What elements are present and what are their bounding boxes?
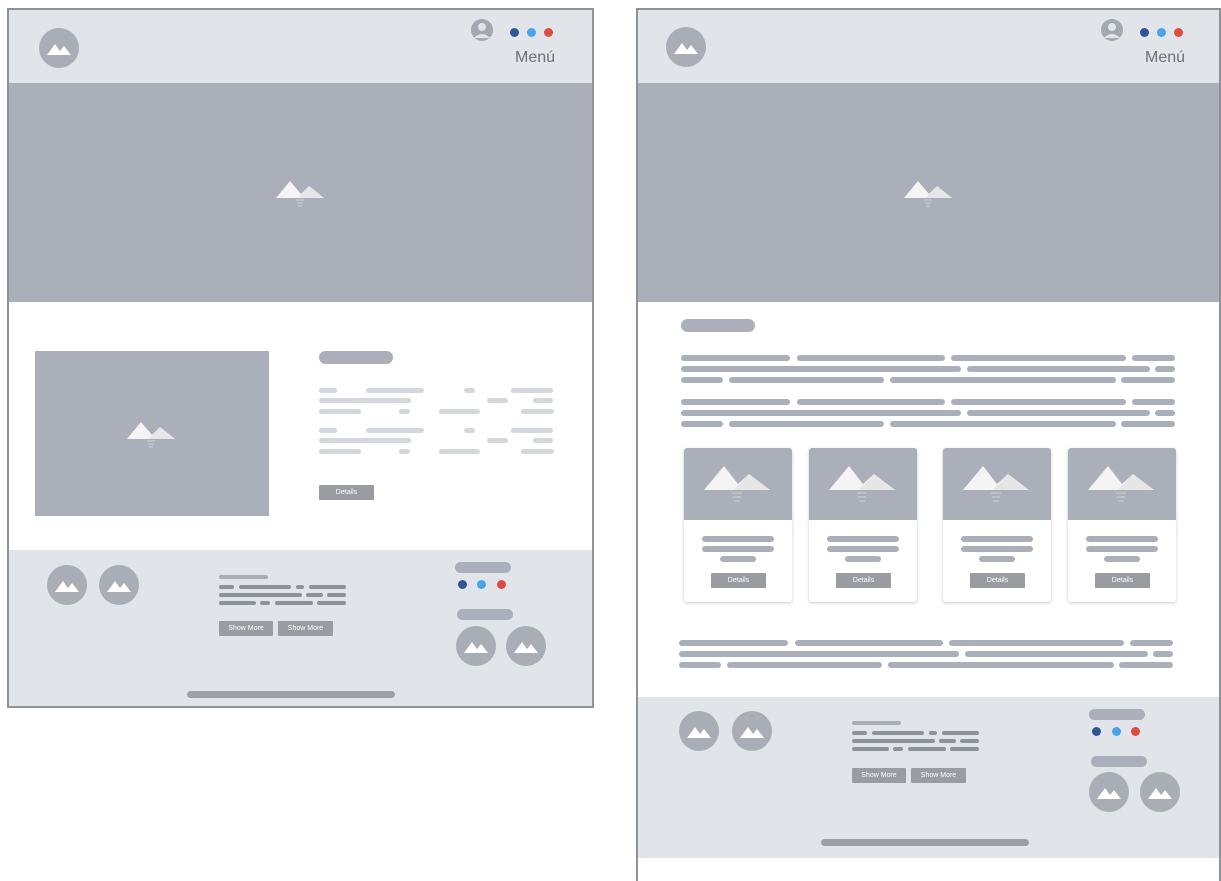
image-icon <box>687 727 711 738</box>
details-button[interactable]: Details <box>970 573 1025 588</box>
social-link[interactable] <box>679 711 719 751</box>
hero-banner <box>638 83 1219 302</box>
heading-placeholder <box>319 351 393 364</box>
card-image <box>943 448 1051 520</box>
product-card[interactable]: Details <box>1068 448 1176 602</box>
details-button[interactable]: Details <box>711 573 766 588</box>
image-icon <box>55 581 79 592</box>
menu-link[interactable]: Menú <box>1145 49 1185 67</box>
label-placeholder <box>1089 709 1145 720</box>
label-placeholder <box>455 562 511 573</box>
image-icon <box>1088 466 1154 502</box>
show-more-button[interactable]: Show More <box>852 768 906 783</box>
logo[interactable] <box>666 27 706 67</box>
color-dot[interactable] <box>1112 727 1121 736</box>
social-link[interactable] <box>456 626 496 666</box>
image-icon <box>829 466 895 502</box>
image-icon <box>514 642 538 653</box>
image-icon <box>275 180 324 206</box>
product-card[interactable]: Details <box>809 448 917 602</box>
desktop-wireframe: Menú Details Show More Show More <box>7 8 594 708</box>
site-header: Menú <box>9 10 592 83</box>
site-footer: Show More Show More <box>638 697 1219 858</box>
feature-image <box>35 351 269 516</box>
color-dot[interactable] <box>1174 28 1183 37</box>
image-icon <box>107 581 131 592</box>
social-link[interactable] <box>1089 772 1129 812</box>
details-button[interactable]: Details <box>319 485 374 500</box>
logo[interactable] <box>39 28 79 68</box>
social-link[interactable] <box>47 565 87 605</box>
tablet-wireframe: Menú Details Details Details Details Sho… <box>636 8 1221 881</box>
social-link[interactable] <box>99 565 139 605</box>
image-icon <box>674 43 698 54</box>
site-header: Menú <box>638 10 1219 83</box>
product-card[interactable]: Details <box>684 448 792 602</box>
heading-placeholder <box>681 319 755 332</box>
card-image <box>684 448 792 520</box>
image-icon <box>1097 788 1121 799</box>
show-more-button[interactable]: Show More <box>219 621 273 636</box>
scroll-indicator[interactable] <box>187 691 395 698</box>
details-button[interactable]: Details <box>1095 573 1150 588</box>
image-icon <box>704 466 770 502</box>
color-dot[interactable] <box>458 580 467 589</box>
show-more-button[interactable]: Show More <box>911 768 966 783</box>
label-placeholder <box>1091 756 1147 767</box>
user-icon[interactable] <box>1101 19 1123 41</box>
color-dot[interactable] <box>510 28 519 37</box>
color-dot[interactable] <box>1131 727 1140 736</box>
card-image <box>809 448 917 520</box>
menu-link[interactable]: Menú <box>515 49 555 67</box>
scroll-indicator[interactable] <box>821 839 1029 846</box>
color-dot[interactable] <box>497 580 506 589</box>
details-button[interactable]: Details <box>836 573 891 588</box>
image-icon <box>1148 788 1172 799</box>
card-image <box>1068 448 1176 520</box>
image-icon <box>127 421 175 447</box>
color-dot[interactable] <box>1092 727 1101 736</box>
social-link[interactable] <box>732 711 772 751</box>
label-placeholder <box>457 609 513 620</box>
color-dot[interactable] <box>1157 28 1166 37</box>
image-icon <box>47 44 71 55</box>
show-more-button[interactable]: Show More <box>278 621 333 636</box>
user-icon[interactable] <box>471 19 493 41</box>
hero-banner <box>9 83 592 302</box>
social-link[interactable] <box>1140 772 1180 812</box>
site-footer: Show More Show More <box>9 550 592 706</box>
color-dot[interactable] <box>544 28 553 37</box>
social-link[interactable] <box>506 626 546 666</box>
product-card[interactable]: Details <box>943 448 1051 602</box>
image-icon <box>464 642 488 653</box>
color-dot[interactable] <box>1140 28 1149 37</box>
color-dot[interactable] <box>527 28 536 37</box>
color-dot[interactable] <box>477 580 486 589</box>
image-icon <box>963 466 1029 502</box>
image-icon <box>740 727 764 738</box>
image-icon <box>903 180 952 206</box>
